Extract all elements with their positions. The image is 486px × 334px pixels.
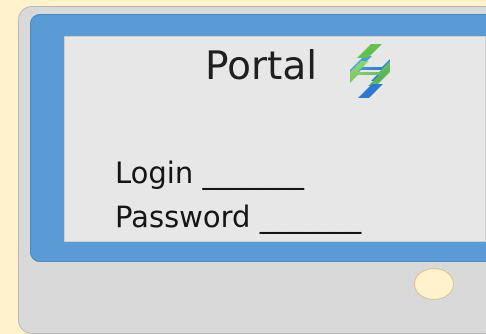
login-label: Login: [115, 156, 194, 190]
portal-title: Portal: [205, 44, 318, 89]
login-screen: Portal Login _______ Password _______: [64, 36, 486, 242]
portal-logo-icon: [350, 44, 390, 98]
password-field[interactable]: _______: [260, 200, 362, 234]
password-label: Password: [115, 200, 251, 234]
password-row: Password _______: [115, 200, 361, 234]
login-field[interactable]: _______: [202, 156, 304, 190]
login-row: Login _______: [115, 156, 304, 190]
power-button-icon[interactable]: [414, 268, 454, 300]
